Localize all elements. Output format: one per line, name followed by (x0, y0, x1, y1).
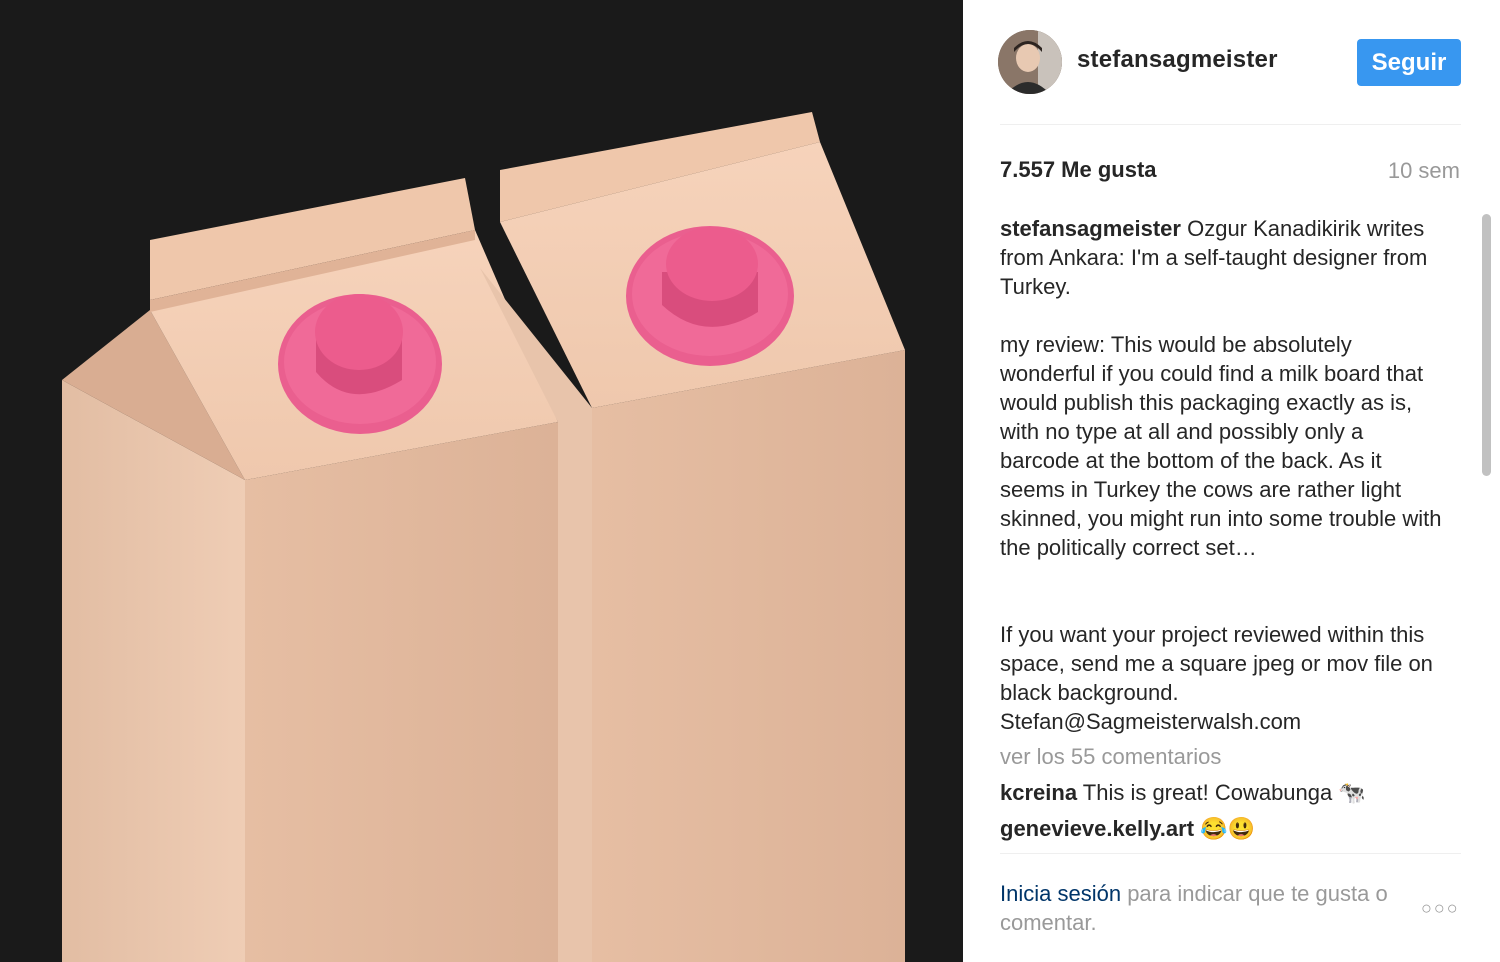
caption-text: Ozgur Kanadikirik writes from Ankara: I'… (1000, 216, 1442, 734)
header-divider (1000, 124, 1461, 125)
milk-cartons-illustration (62, 112, 905, 962)
comment-item: kcreina This is great! Cowabunga 🐄 (1000, 778, 1446, 807)
scrollbar-thumb[interactable] (1482, 214, 1491, 476)
caption-username[interactable]: stefansagmeister (1000, 216, 1181, 241)
header-username[interactable]: stefansagmeister (1077, 46, 1278, 74)
follow-button[interactable]: Seguir (1357, 39, 1461, 86)
view-all-comments-link[interactable]: ver los 55 comentarios (1000, 742, 1446, 771)
post-header: stefansagmeister Seguir (963, 0, 1500, 124)
post-time[interactable]: 10 sem (1388, 158, 1460, 184)
profile-photo (998, 30, 1062, 94)
comment-text: This is great! Cowabunga 🐄 (1077, 780, 1366, 805)
footer-divider (1000, 853, 1461, 854)
comment-item: genevieve.kelly.art 😂😃 (1000, 814, 1446, 843)
post-image[interactable] (0, 0, 963, 962)
post-details-panel: stefansagmeister Seguir 7.557 Me gusta 1… (963, 0, 1500, 962)
comment-username[interactable]: genevieve.kelly.art (1000, 816, 1194, 841)
carton-left (62, 178, 558, 962)
comments-section[interactable]: stefansagmeister Ozgur Kanadikirik write… (1000, 214, 1446, 854)
login-prompt: Inicia sesión para indicar que te gusta … (1000, 879, 1410, 937)
avatar[interactable] (998, 30, 1062, 94)
comment-text: 😂😃 (1194, 816, 1255, 841)
comment-username[interactable]: kcreina (1000, 780, 1077, 805)
login-link[interactable]: Inicia sesión (1000, 881, 1121, 906)
comments-scrollbar[interactable] (1479, 210, 1493, 854)
likes-count[interactable]: 7.557 Me gusta (1000, 157, 1157, 183)
caption: stefansagmeister Ozgur Kanadikirik write… (1000, 214, 1446, 736)
more-options-icon[interactable]: ○○○ (1421, 898, 1465, 918)
